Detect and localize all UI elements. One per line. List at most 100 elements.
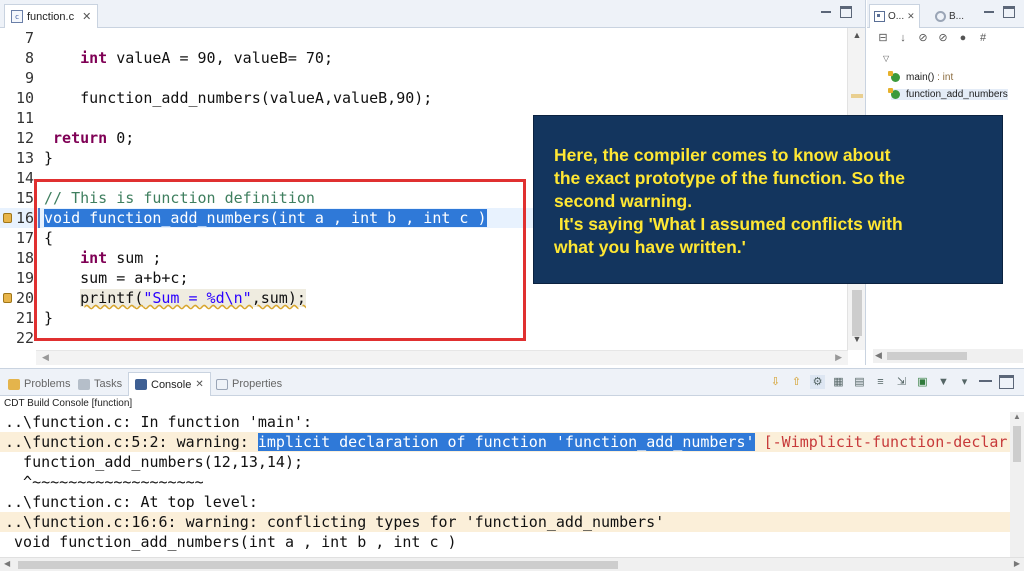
- code-token: }: [44, 149, 54, 167]
- tab-console[interactable]: Console ✕: [128, 372, 211, 396]
- scroll-thumb[interactable]: [887, 352, 967, 360]
- callout-line: Here, the compiler comes to know about: [554, 145, 891, 165]
- code-line[interactable]: 22: [0, 328, 848, 348]
- code-line[interactable]: 10 function_add_numbers(valueA,valueB,90…: [0, 88, 848, 108]
- line-number: 15: [15, 189, 34, 207]
- show-errors-icon[interactable]: ⚙: [810, 375, 825, 389]
- hide-macros-icon[interactable]: #: [977, 32, 989, 44]
- callout-line: the exact prototype of the function. So …: [554, 168, 905, 188]
- scroll-up-icon[interactable]: ▲: [1013, 412, 1021, 421]
- tab-properties[interactable]: Properties: [210, 372, 288, 396]
- console-tabbar: Problems Tasks Console ✕ Properties ⇩ ⇧ …: [0, 369, 1024, 396]
- console-text: ..\function.c:5:2: warning:: [5, 433, 258, 451]
- scroll-left-icon[interactable]: ◀: [4, 559, 10, 568]
- minimize-icon[interactable]: [978, 375, 993, 389]
- display-console-icon[interactable]: ▼: [936, 375, 951, 389]
- outline-item-label: main(): [906, 72, 935, 83]
- outline-horizontal-scrollbar[interactable]: ◀: [873, 349, 1023, 363]
- scroll-right-icon[interactable]: ▶: [835, 352, 842, 363]
- scroll-left-icon[interactable]: ◀: [42, 352, 49, 363]
- scroll-down-icon[interactable]: ▼: [848, 334, 866, 344]
- outline-item-type: : int: [934, 72, 954, 83]
- code-text: {: [44, 228, 53, 248]
- copy-build-log-icon[interactable]: ▦: [831, 375, 846, 389]
- outline-tabbar: O... ✕ B...: [867, 0, 1024, 28]
- tab-build-targets[interactable]: B...: [931, 4, 968, 28]
- tab-outline[interactable]: O... ✕: [869, 4, 920, 28]
- tab-function-c[interactable]: c function.c ✕: [4, 4, 99, 28]
- console-line[interactable]: ..\function.c: In function 'main':: [0, 412, 1010, 432]
- maximize-icon[interactable]: [999, 375, 1014, 389]
- console-title: CDT Build Console [function]: [4, 398, 133, 409]
- minimize-icon[interactable]: [983, 6, 995, 18]
- console-text: ..\function.c: At top level:: [5, 493, 258, 511]
- explanation-callout: Here, the compiler comes to know about th…: [533, 115, 1003, 284]
- hide-static-icon[interactable]: ⊘: [937, 32, 949, 44]
- code-text: }: [44, 148, 53, 168]
- line-number: 14: [15, 169, 34, 187]
- scroll-left-icon[interactable]: ◀: [875, 350, 882, 361]
- open-console-icon[interactable]: ▾: [957, 375, 972, 389]
- code-token: ,sum);: [251, 289, 306, 307]
- code-token: printf: [80, 289, 135, 307]
- scroll-up-icon[interactable]: ▲: [848, 30, 866, 40]
- scroll-right-icon[interactable]: ▶: [1014, 559, 1020, 568]
- console-text: ^~~~~~~~~~~~~~~~~~~~: [5, 473, 204, 491]
- console-line[interactable]: function_add_numbers(12,13,14);: [0, 452, 1010, 472]
- code-token: return: [53, 129, 108, 147]
- code-line[interactable]: 8 int valueA = 90, valueB= 70;: [0, 48, 848, 68]
- console-line[interactable]: ^~~~~~~~~~~~~~~~~~~~: [0, 472, 1010, 492]
- tab-tasks[interactable]: Tasks: [72, 372, 128, 396]
- tab-problems[interactable]: Problems: [2, 372, 76, 396]
- warning-marker-icon[interactable]: [3, 293, 12, 303]
- line-number: 18: [15, 249, 34, 267]
- code-token: int: [80, 49, 108, 67]
- console-text: function_add_numbers(12,13,14);: [5, 453, 304, 471]
- scroll-thumb[interactable]: [1013, 426, 1021, 462]
- code-token: "Sum = %d\n": [143, 289, 252, 307]
- next-error-icon[interactable]: ⇩: [768, 375, 783, 389]
- code-line[interactable]: 21}: [0, 308, 848, 328]
- maximize-icon[interactable]: [840, 6, 852, 18]
- word-wrap-icon[interactable]: ⇲: [894, 375, 909, 389]
- hide-nonpublic-icon[interactable]: ●: [957, 32, 969, 44]
- hide-fields-icon[interactable]: ⊘: [917, 32, 929, 44]
- close-icon[interactable]: ✕: [907, 11, 915, 22]
- close-icon[interactable]: ✕: [82, 10, 91, 23]
- console-line[interactable]: ..\function.c: At top level:: [0, 492, 1010, 512]
- code-text: int valueA = 90, valueB= 70;: [44, 48, 333, 68]
- prev-error-icon[interactable]: ⇧: [789, 375, 804, 389]
- console-line[interactable]: void function_add_numbers(int a , int b …: [0, 532, 1010, 552]
- close-icon[interactable]: ✕: [195, 379, 203, 390]
- maximize-icon[interactable]: [1003, 6, 1015, 18]
- code-line[interactable]: 7: [0, 28, 848, 48]
- console-warning-line[interactable]: ..\function.c:5:2: warning: implicit dec…: [0, 432, 1010, 452]
- outline-item-main[interactable]: main() : int: [888, 71, 954, 83]
- code-line[interactable]: 9: [0, 68, 848, 88]
- pin-console-icon[interactable]: ▣: [915, 375, 930, 389]
- scroll-lock-icon[interactable]: ▤: [852, 375, 867, 389]
- console-text: [-Wimplicit-function-declar: [763, 433, 1008, 451]
- warning-marker-icon[interactable]: [3, 213, 12, 223]
- line-number: 10: [15, 89, 34, 107]
- sort-icon[interactable]: ↓: [897, 32, 909, 44]
- editor-horizontal-scrollbar[interactable]: ◀ ▶: [36, 350, 848, 365]
- console-warning-line[interactable]: ..\function.c:16:6: warning: conflicting…: [0, 512, 1010, 532]
- console-vertical-scrollbar[interactable]: ▲: [1010, 412, 1024, 558]
- menu-chevron-icon[interactable]: ▽: [883, 54, 889, 63]
- minimize-icon[interactable]: [820, 6, 832, 18]
- line-number: 12: [15, 129, 34, 147]
- console-horizontal-scrollbar[interactable]: ◀ ▶: [0, 557, 1024, 571]
- tab-tasks-label: Tasks: [94, 378, 123, 390]
- collapse-all-icon[interactable]: ⊟: [877, 32, 889, 44]
- scroll-thumb[interactable]: [852, 290, 862, 336]
- console-output[interactable]: ..\function.c: In function 'main': ..\fun…: [0, 412, 1010, 552]
- code-text: int sum ;: [44, 248, 161, 268]
- code-line[interactable]: 20 printf("Sum = %d\n",sum);: [0, 288, 848, 308]
- clear-console-icon[interactable]: ≡: [873, 375, 888, 389]
- console-pane: Problems Tasks Console ✕ Properties ⇩ ⇧ …: [0, 368, 1024, 571]
- outline-item-function-add-numbers[interactable]: function_add_numbers: [888, 88, 1008, 100]
- tab-properties-label: Properties: [232, 378, 283, 390]
- scroll-thumb[interactable]: [18, 561, 618, 569]
